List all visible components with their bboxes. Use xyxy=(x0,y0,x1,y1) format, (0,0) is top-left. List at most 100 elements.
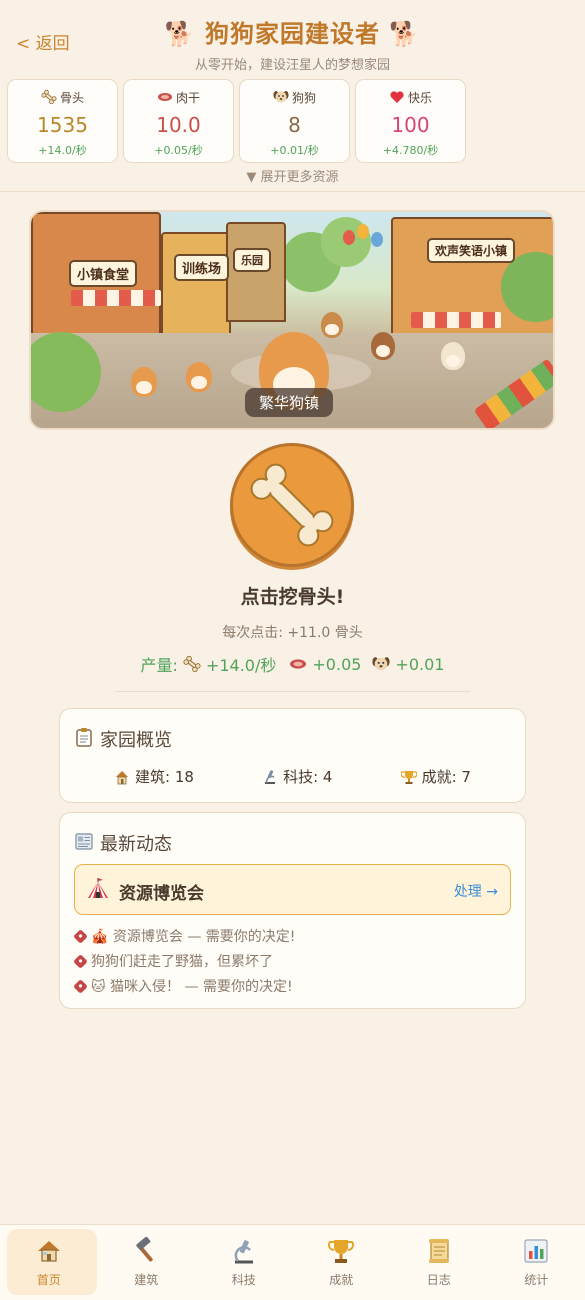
building-training xyxy=(161,232,231,342)
nav-label: 统计 xyxy=(524,1273,549,1287)
stat-achievements-text: 成就: 7 xyxy=(421,768,471,786)
dog xyxy=(321,312,343,338)
stat-tech-text: 科技: 4 xyxy=(283,768,333,786)
dice-icon xyxy=(73,978,88,994)
per-click-info: 每次点击: +11.0 骨头 xyxy=(222,625,363,641)
bone-icon xyxy=(182,655,202,673)
stat-buildings: 建筑: 18 xyxy=(114,766,194,787)
bar-chart-icon xyxy=(524,1239,548,1263)
bottom-nav: 首页 建筑 科技 成就 日志 统计 xyxy=(0,1224,585,1300)
dog xyxy=(371,332,395,360)
sign-town: 欢声笑语小镇 xyxy=(427,238,516,263)
resource-card-bone[interactable]: 骨头 1535 +14.0/秒 xyxy=(7,79,118,163)
nav-label: 首页 xyxy=(36,1273,61,1287)
building-park xyxy=(226,222,286,322)
news-log-text: 狗狗们赶走了野猫，但累坏了 xyxy=(91,954,273,970)
header: < 返回 🐕 狗狗家园建设者 🐕 从零开始，建设汪星人的梦想家园 骨头 1535… xyxy=(0,0,585,192)
event-handle-link[interactable]: 处理 → xyxy=(454,881,498,901)
title-block: 🐕 狗狗家园建设者 🐕 从零开始，建设汪星人的梦想家园 xyxy=(0,14,585,73)
event-name: 资源博览会 xyxy=(119,884,204,904)
resource-rate: +0.05/秒 xyxy=(154,144,203,157)
production-bone: +14.0/秒 xyxy=(205,656,277,675)
page-title: 🐕 狗狗家园建设者 🐕 xyxy=(164,20,421,48)
resource-rate: +4.780/秒 xyxy=(382,144,439,157)
expand-resources-toggle[interactable]: ▼ 展开更多资源 xyxy=(0,166,585,185)
balloon xyxy=(371,232,383,247)
dig-bone-button[interactable] xyxy=(230,443,354,567)
nav-buildings[interactable]: 建筑 xyxy=(98,1225,196,1300)
dice-icon xyxy=(73,928,88,944)
resource-header: 肉干 xyxy=(124,88,233,106)
resource-bar: 骨头 1535 +14.0/秒 肉干 10.0 +0.05/秒 狗狗 8 +0.… xyxy=(7,79,466,163)
news-title-row: 最新动态 xyxy=(74,830,172,856)
resource-name: 肉干 xyxy=(175,90,200,105)
trophy-icon xyxy=(328,1240,355,1263)
resource-header: 骨头 xyxy=(8,88,117,106)
nav-tech[interactable]: 科技 xyxy=(195,1225,293,1300)
resource-header: 快乐 xyxy=(356,88,465,106)
heart-icon xyxy=(389,90,405,104)
overview-title-row: 家园概览 xyxy=(74,726,172,752)
overview-stats: 建筑: 18 科技: 4 成就: 7 xyxy=(60,766,525,787)
resource-value: 1535 xyxy=(37,113,88,137)
resource-card-jerky[interactable]: 肉干 10.0 +0.05/秒 xyxy=(123,79,234,163)
resource-card-dog[interactable]: 狗狗 8 +0.01/秒 xyxy=(239,79,350,163)
resource-card-happiness[interactable]: 快乐 100 +4.780/秒 xyxy=(355,79,466,163)
hammer-icon xyxy=(136,1237,153,1262)
production-dog: +0.01 xyxy=(395,654,445,674)
nav-stats[interactable]: 统计 xyxy=(488,1225,585,1300)
stat-achievements: 成就: 7 xyxy=(400,766,471,787)
latest-news-card: 最新动态 资源博览会 处理 → 🎪 资源博览会 — 需要你的决定! 狗狗们赶走了… xyxy=(59,812,526,1009)
jerky-icon xyxy=(288,656,308,672)
nav-label: 日志 xyxy=(426,1273,451,1287)
bone-icon xyxy=(41,89,57,105)
production-label: 产量: xyxy=(140,656,178,675)
sign-training: 训练场 xyxy=(174,254,230,281)
news-log-item: 🐱 猫咪入侵！ — 需要你的决定! xyxy=(73,976,293,996)
nav-achievements[interactable]: 成就 xyxy=(293,1225,391,1300)
awning xyxy=(71,290,161,306)
sign-park: 乐园 xyxy=(233,248,271,272)
news-log-text: 🎪 资源博览会 — 需要你的决定! xyxy=(91,929,296,945)
event-resource-fair[interactable]: 资源博览会 处理 → xyxy=(74,864,511,915)
overview-title: 家园概览 xyxy=(100,730,172,751)
balloon xyxy=(357,224,369,239)
resource-rate: +14.0/秒 xyxy=(38,144,87,157)
dog-face-icon xyxy=(273,90,289,104)
dog xyxy=(186,362,212,392)
town-banner: 小镇食堂 训练场 乐园 欢声笑语小镇 繁华狗镇 xyxy=(29,210,555,430)
microscope-icon xyxy=(234,1240,253,1264)
jerky-icon xyxy=(157,90,173,104)
resource-header: 狗狗 xyxy=(240,88,349,106)
dog-face-icon xyxy=(371,656,391,672)
sign-cafeteria: 小镇食堂 xyxy=(69,260,138,287)
resource-name: 狗狗 xyxy=(291,90,316,105)
home-overview-card: 家园概览 建筑: 18 科技: 4 成就: 7 xyxy=(59,708,526,803)
nav-log[interactable]: 日志 xyxy=(390,1225,488,1300)
clipboard-icon xyxy=(74,727,94,752)
dog xyxy=(131,367,157,397)
bunny xyxy=(441,342,465,370)
stat-tech: 科技: 4 xyxy=(262,766,332,787)
production-summary: 产量: +14.0/秒 +0.05 +0.01 xyxy=(0,652,585,676)
nav-home[interactable]: 首页 xyxy=(0,1225,98,1300)
home-icon xyxy=(37,1241,60,1262)
resource-value: 100 xyxy=(391,113,430,137)
stat-buildings-text: 建筑: 18 xyxy=(135,768,194,786)
town-name-label: 繁华狗镇 xyxy=(245,388,334,417)
news-log-item: 🎪 资源博览会 — 需要你的决定! xyxy=(73,926,296,946)
resource-name: 骨头 xyxy=(59,90,84,105)
production-meat: +0.05 xyxy=(312,654,362,674)
divider xyxy=(115,691,470,692)
dig-title: 点击挖骨头! xyxy=(240,586,345,608)
news-title: 最新动态 xyxy=(100,834,172,855)
nav-label: 建筑 xyxy=(134,1273,159,1287)
dice-icon xyxy=(73,953,88,969)
nav-label: 科技 xyxy=(231,1273,256,1287)
nav-label: 成就 xyxy=(329,1273,354,1287)
newspaper-icon xyxy=(74,831,94,856)
bone-icon xyxy=(250,463,334,547)
news-log-text: 🐱 猫咪入侵！ — 需要你的决定! xyxy=(91,979,293,995)
awning xyxy=(411,312,501,328)
resource-value: 10.0 xyxy=(156,113,201,137)
